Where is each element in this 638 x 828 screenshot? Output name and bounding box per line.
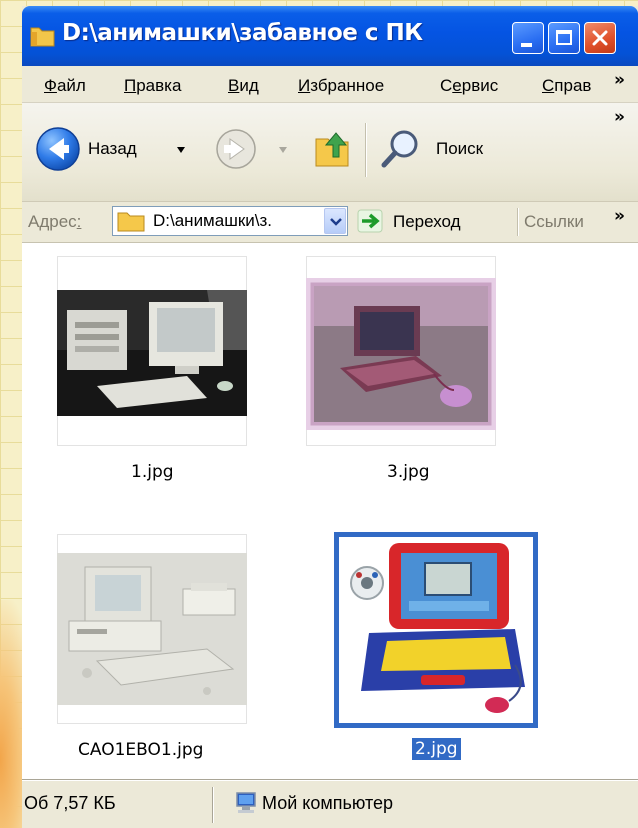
folder-up-icon[interactable] xyxy=(312,125,352,169)
chevron-down-icon xyxy=(330,218,342,226)
thumbnail-frame[interactable] xyxy=(57,256,247,446)
toolbar-separator xyxy=(365,123,367,177)
minimize-icon xyxy=(521,43,532,47)
status-size: Об 7,57 КБ xyxy=(24,793,116,813)
address-dropdown-button[interactable] xyxy=(324,208,346,234)
back-dropdown-icon[interactable] xyxy=(176,146,186,154)
back-arrow-icon xyxy=(36,127,80,171)
folder-icon xyxy=(117,212,145,232)
file-name[interactable]: 1.jpg xyxy=(128,461,177,483)
links-label[interactable]: Ссылки xyxy=(524,212,584,232)
status-zone: Мой компьютер xyxy=(262,793,394,813)
menu-item-file[interactable]: Файл xyxy=(44,76,86,96)
search-button[interactable]: Поиск xyxy=(378,127,518,175)
computer-icon xyxy=(236,792,256,813)
file-name[interactable]: 3.jpg xyxy=(384,461,433,483)
address-overflow-chevron[interactable]: » xyxy=(614,206,625,226)
close-button[interactable] xyxy=(584,22,616,54)
thumbnail-frame[interactable] xyxy=(306,256,496,446)
forward-arrow-icon xyxy=(216,129,256,169)
file-name-selected[interactable]: 2.jpg xyxy=(412,738,461,760)
menu-item-favorites[interactable]: Избранное xyxy=(298,76,384,96)
back-button[interactable]: Назад xyxy=(34,125,194,175)
address-value: D:\анимашки\з. xyxy=(153,211,273,230)
address-separator xyxy=(517,208,519,236)
thumbnail-frame-selected[interactable] xyxy=(334,532,538,728)
menu-item-tools[interactable]: Сервис xyxy=(440,76,498,96)
forward-button[interactable] xyxy=(214,127,300,175)
go-label: Переход xyxy=(393,212,461,231)
explorer-window: D:\анимашки\забавное с ПК Файл Правка Ви… xyxy=(22,6,638,828)
menu-bar: Файл Правка Вид Избранное Сервис Справ » xyxy=(22,66,638,103)
thumbnail-image xyxy=(306,278,496,430)
status-bar: Об 7,57 КБ Мой компьютер xyxy=(22,780,638,828)
menu-item-edit[interactable]: Правка xyxy=(124,76,181,96)
forward-dropdown-icon[interactable] xyxy=(278,146,288,154)
maximize-button[interactable] xyxy=(548,22,580,54)
title-bar[interactable]: D:\анимашки\забавное с ПК xyxy=(22,6,638,66)
thumbnail-image xyxy=(57,553,247,705)
address-bar: Адрес: D:\анимашки\з. Переход Ссылки » xyxy=(22,202,638,243)
file-view[interactable]: 1.jpg 3.jpg CAO1EBO1.jpg 2.jpg xyxy=(22,243,638,780)
thumbnail-frame[interactable] xyxy=(57,534,247,724)
file-name[interactable]: CAO1EBO1.jpg xyxy=(75,739,206,761)
search-icon xyxy=(381,130,418,168)
menu-overflow-chevron[interactable]: » xyxy=(614,70,625,90)
maximize-icon xyxy=(556,30,572,45)
toolbar: Назад Поиск » xyxy=(22,103,638,202)
go-button[interactable]: Переход xyxy=(355,206,515,236)
menu-item-help[interactable]: Справ xyxy=(542,76,591,96)
address-label: Адрес: xyxy=(28,212,82,231)
search-label: Поиск xyxy=(436,139,484,158)
close-icon xyxy=(592,30,608,46)
address-field[interactable]: D:\анимашки\з. xyxy=(112,206,348,236)
back-label: Назад xyxy=(88,139,137,158)
toolbar-overflow-chevron[interactable]: » xyxy=(614,107,625,127)
folder-icon xyxy=(30,27,55,47)
go-arrow-icon xyxy=(357,209,383,233)
status-divider xyxy=(212,787,214,823)
menu-item-view[interactable]: Вид xyxy=(228,76,259,96)
window-title: D:\анимашки\забавное с ПК xyxy=(62,20,423,46)
thumbnail-image xyxy=(57,290,247,416)
thumbnail-image xyxy=(339,537,533,723)
minimize-button[interactable] xyxy=(512,22,544,54)
